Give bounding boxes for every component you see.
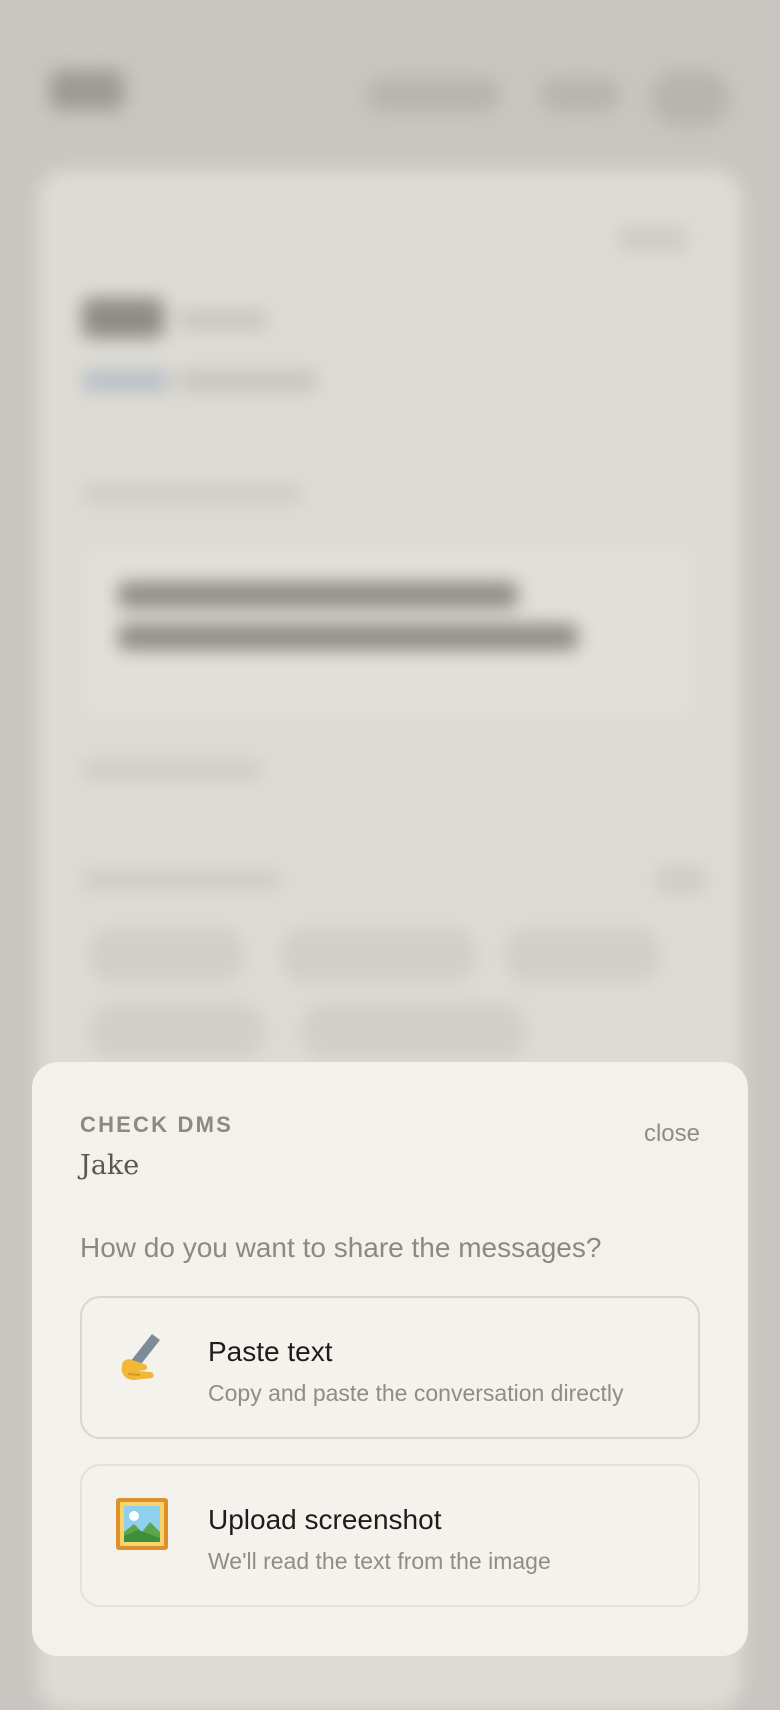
sheet-eyebrow: CHECK DMS bbox=[80, 1112, 234, 1137]
card-meta bbox=[178, 370, 318, 392]
background-chip bbox=[90, 1004, 264, 1058]
background-chip bbox=[282, 928, 476, 982]
framed-picture-icon bbox=[114, 1496, 170, 1552]
background-label bbox=[82, 760, 262, 780]
card-title bbox=[82, 298, 164, 338]
card-subtitle bbox=[178, 310, 268, 330]
upload-screenshot-option[interactable]: Upload screenshot We'll read the text fr… bbox=[80, 1464, 700, 1607]
paste-text-option[interactable]: Paste text Copy and paste the conversati… bbox=[80, 1296, 700, 1439]
header-avatar bbox=[650, 70, 730, 126]
share-question: How do you want to share the messages? bbox=[80, 1232, 602, 1263]
background-label bbox=[656, 866, 706, 894]
background-chip bbox=[506, 928, 660, 982]
card-tag bbox=[82, 370, 170, 392]
background-chip bbox=[302, 1004, 526, 1058]
option-title: Upload screenshot bbox=[208, 1504, 442, 1535]
header-nav-pill bbox=[540, 78, 620, 112]
background-label bbox=[82, 870, 282, 890]
option-description: Copy and paste the conversation directly bbox=[208, 1380, 624, 1406]
background-chip bbox=[90, 928, 244, 982]
app-logo bbox=[50, 70, 124, 110]
card-section-label bbox=[82, 484, 302, 504]
writing-hand-icon bbox=[114, 1328, 170, 1384]
card-action bbox=[618, 226, 688, 252]
quote-line bbox=[118, 582, 518, 608]
quote-line bbox=[118, 624, 578, 650]
share-messages-sheet: CHECK DMS Jake close How do you want to … bbox=[32, 1062, 748, 1656]
header-nav-pill bbox=[366, 78, 500, 112]
background-quote-box bbox=[82, 540, 696, 724]
option-description: We'll read the text from the image bbox=[208, 1548, 551, 1574]
contact-name: Jake bbox=[80, 1150, 140, 1181]
option-title: Paste text bbox=[208, 1336, 333, 1367]
close-button[interactable]: close bbox=[644, 1120, 700, 1148]
